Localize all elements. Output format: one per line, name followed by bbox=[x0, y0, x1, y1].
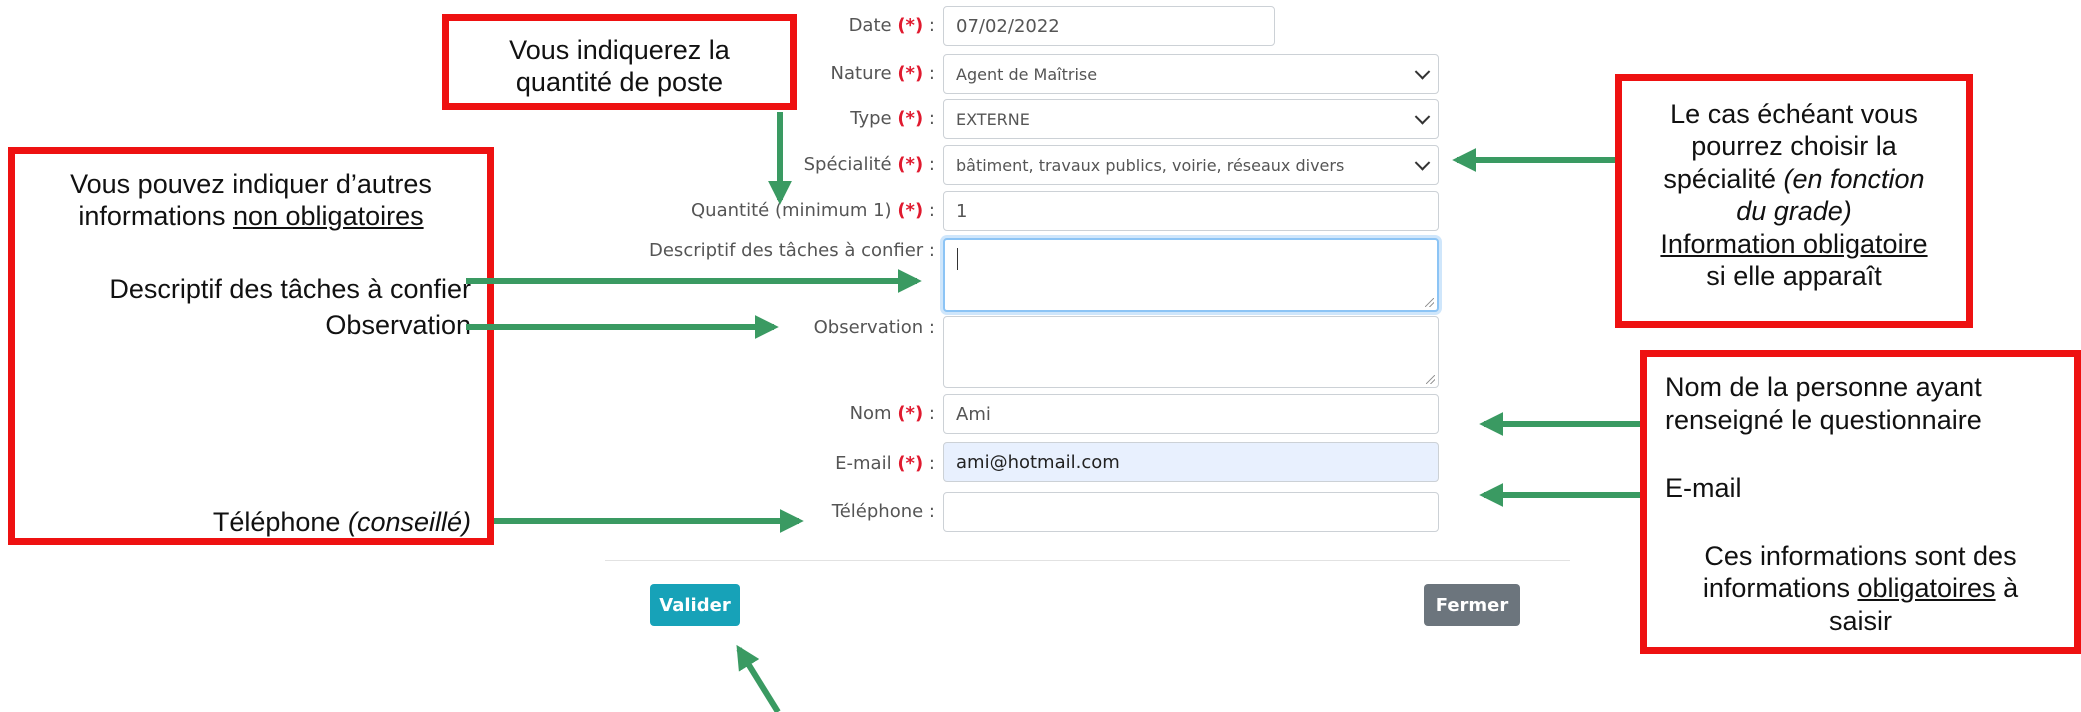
arrow-to-valider bbox=[736, 644, 781, 712]
annotation-arrows bbox=[466, 112, 1640, 712]
